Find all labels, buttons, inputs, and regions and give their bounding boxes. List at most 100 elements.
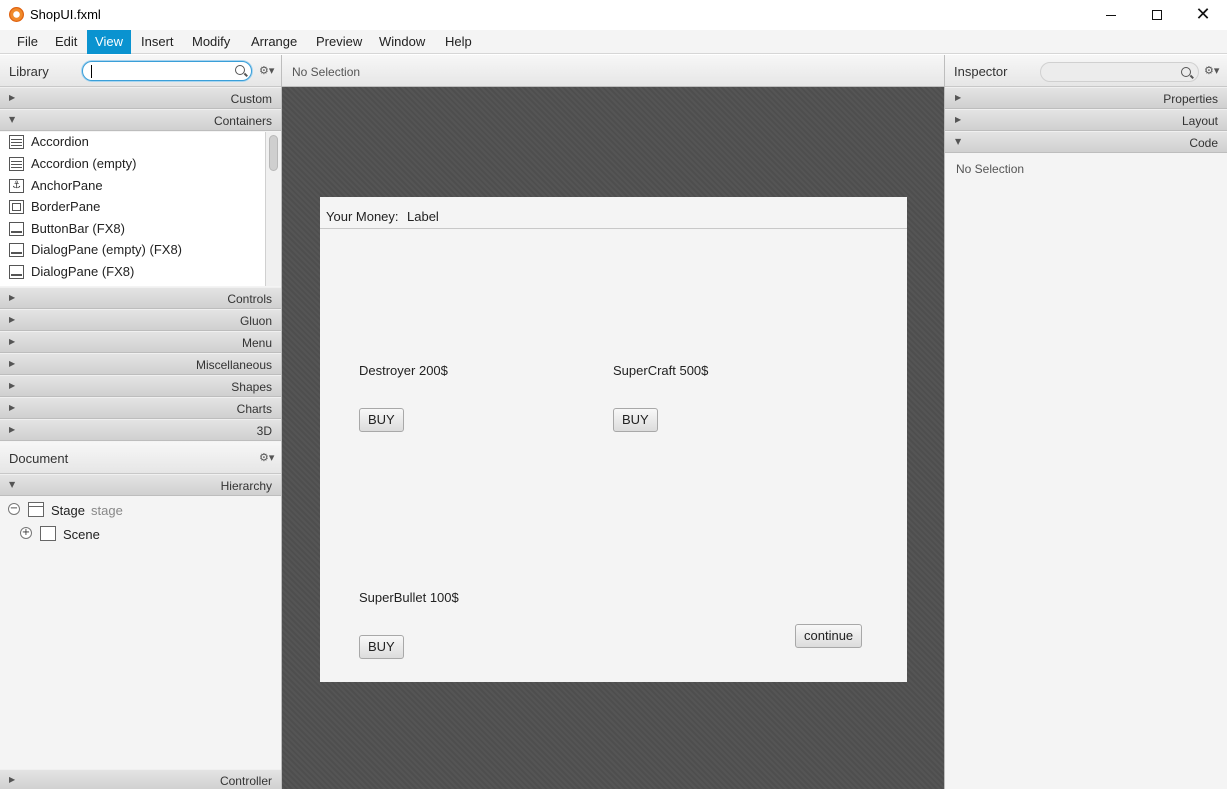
- library-item-label: Accordion: [31, 134, 89, 149]
- expand-icon[interactable]: +: [20, 527, 32, 539]
- minimize-button[interactable]: [1088, 0, 1134, 30]
- library-item-label: DialogPane (empty) (FX8): [31, 242, 182, 257]
- collapsed-arrow-icon: ▶: [9, 293, 16, 302]
- content-header: No Selection: [282, 55, 944, 87]
- section-label: Layout: [1181, 114, 1218, 128]
- search-icon: [1181, 67, 1191, 77]
- scrollbar-thumb[interactable]: [269, 135, 278, 171]
- collapsed-arrow-icon: ▶: [955, 93, 962, 102]
- buttonbar-icon: [9, 222, 24, 236]
- document-header: Document ⚙▾: [0, 442, 281, 474]
- menu-edit[interactable]: Edit: [47, 30, 85, 54]
- section-code[interactable]: ▼ Code: [945, 131, 1227, 153]
- section-properties[interactable]: ▶ Properties: [945, 87, 1227, 109]
- section-shapes[interactable]: ▶ Shapes: [0, 375, 281, 397]
- scene-icon: [40, 526, 56, 541]
- app-icon: [9, 7, 24, 22]
- money-row: Your Money: Label: [320, 197, 907, 229]
- tree-item-sublabel: stage: [91, 503, 123, 518]
- scene-preview[interactable]: Your Money: Label Destroyer 200$ BUY Sup…: [320, 197, 907, 682]
- menu-modify[interactable]: Modify: [184, 30, 238, 54]
- collapsed-arrow-icon: ▶: [9, 425, 16, 434]
- money-label: Your Money:: [326, 209, 399, 224]
- section-controls[interactable]: ▶ Controls: [0, 287, 281, 309]
- library-item-borderpane[interactable]: BorderPane: [0, 197, 265, 218]
- menu-view[interactable]: View: [87, 30, 131, 54]
- dialogpane-icon: [9, 265, 24, 279]
- buy-destroyer-button[interactable]: BUY: [359, 408, 404, 432]
- menu-help[interactable]: Help: [437, 30, 480, 54]
- tree-item-label: Scene: [63, 527, 100, 542]
- section-charts[interactable]: ▶ Charts: [0, 397, 281, 419]
- inspector-search-input[interactable]: [1040, 62, 1199, 82]
- library-item-dialogpane[interactable]: DialogPane (FX8): [0, 262, 265, 283]
- buy-superbullet-button[interactable]: BUY: [359, 635, 404, 659]
- section-label: Controller: [219, 774, 272, 788]
- section-gluon[interactable]: ▶ Gluon: [0, 309, 281, 331]
- menu-window[interactable]: Window: [371, 30, 433, 54]
- continue-button[interactable]: continue: [795, 624, 863, 648]
- library-scrollbar[interactable]: [265, 132, 281, 286]
- menu-bar: File Edit View Insert Modify Arrange Pre…: [0, 30, 1227, 54]
- expanded-arrow-icon: ▼: [9, 480, 16, 489]
- menu-arrange[interactable]: Arrange: [243, 30, 305, 54]
- library-title: Library: [9, 64, 49, 79]
- tree-item-stage[interactable]: − Stage stage: [0, 499, 281, 521]
- inspector-panel: Inspector ⚙▾ ▶ Properties ▶ Layout ▼ Cod…: [944, 55, 1227, 789]
- section-hierarchy[interactable]: ▼ Hierarchy: [0, 474, 281, 496]
- menu-preview[interactable]: Preview: [308, 30, 370, 54]
- maximize-icon: [1152, 10, 1162, 20]
- item-destroyer-label[interactable]: Destroyer 200$: [359, 363, 448, 378]
- dialogpane-icon: [9, 243, 24, 257]
- section-layout[interactable]: ▶ Layout: [945, 109, 1227, 131]
- menu-insert[interactable]: Insert: [133, 30, 182, 54]
- collapsed-arrow-icon: ▶: [9, 359, 16, 368]
- library-item-label: AnchorPane: [31, 178, 103, 193]
- collapsed-arrow-icon: ▶: [955, 115, 962, 124]
- library-header: Library ⚙▾: [0, 55, 281, 87]
- buy-supercraft-button[interactable]: BUY: [613, 408, 658, 432]
- library-item-accordion-empty[interactable]: Accordion (empty): [0, 154, 265, 175]
- library-gear-icon[interactable]: ⚙▾: [259, 65, 275, 77]
- section-label: Containers: [213, 114, 272, 128]
- library-search-input[interactable]: [82, 61, 252, 81]
- section-label: Hierarchy: [220, 479, 272, 493]
- accordion-icon: [9, 157, 24, 171]
- maximize-button[interactable]: [1134, 0, 1180, 30]
- section-containers[interactable]: ▼ Containers: [0, 109, 281, 131]
- library-item-dialogpane-empty[interactable]: DialogPane (empty) (FX8): [0, 240, 265, 261]
- collapsed-arrow-icon: ▶: [9, 403, 16, 412]
- expanded-arrow-icon: ▼: [955, 137, 962, 146]
- anchorpane-icon: ⚓: [9, 179, 24, 193]
- section-menu[interactable]: ▶ Menu: [0, 331, 281, 353]
- section-custom[interactable]: ▶ Custom: [0, 87, 281, 109]
- tree-item-label: Stage: [51, 503, 85, 518]
- section-label: Code: [1189, 136, 1218, 150]
- minimize-icon: [1106, 14, 1116, 16]
- text-caret: [91, 65, 92, 78]
- section-miscellaneous[interactable]: ▶ Miscellaneous: [0, 353, 281, 375]
- inspector-header: Inspector ⚙▾: [945, 55, 1227, 87]
- library-item-accordion[interactable]: Accordion: [0, 132, 265, 153]
- library-item-buttonbar[interactable]: ButtonBar (FX8): [0, 219, 265, 240]
- library-item-label: ButtonBar (FX8): [31, 221, 125, 236]
- inspector-gear-icon[interactable]: ⚙▾: [1204, 65, 1220, 77]
- collapsed-arrow-icon: ▶: [9, 381, 16, 390]
- library-list: Accordion Accordion (empty) ⚓ AnchorPane…: [0, 132, 265, 286]
- tree-item-scene[interactable]: + Scene: [0, 523, 281, 545]
- accordion-icon: [9, 135, 24, 149]
- document-gear-icon[interactable]: ⚙▾: [259, 452, 275, 464]
- item-supercraft-label[interactable]: SuperCraft 500$: [613, 363, 708, 378]
- collapsed-arrow-icon: ▶: [9, 315, 16, 324]
- item-superbullet-label[interactable]: SuperBullet 100$: [359, 590, 459, 605]
- section-3d[interactable]: ▶ 3D: [0, 419, 281, 441]
- section-controller[interactable]: ▶ Controller: [0, 769, 281, 789]
- money-value-label[interactable]: Label: [407, 209, 439, 224]
- collapse-icon[interactable]: −: [8, 503, 20, 515]
- section-label: Gluon: [239, 314, 272, 328]
- library-item-label: DialogPane (FX8): [31, 264, 135, 279]
- menu-file[interactable]: File: [9, 30, 46, 54]
- library-item-anchorpane[interactable]: ⚓ AnchorPane: [0, 176, 265, 197]
- close-button[interactable]: ✕: [1180, 0, 1226, 30]
- section-label: Properties: [1163, 92, 1218, 106]
